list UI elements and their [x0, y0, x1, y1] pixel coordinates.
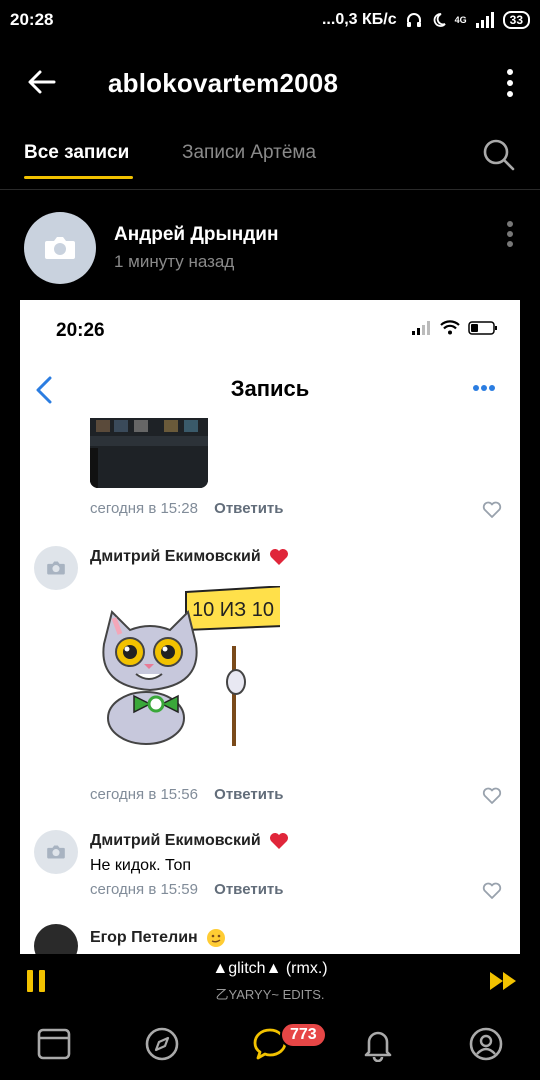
reply-button: Ответить: [214, 881, 284, 898]
messages-badge: 773: [280, 1022, 327, 1048]
moon-icon: [433, 13, 446, 27]
status-time: 20:28: [10, 10, 54, 29]
wifi-icon: [440, 320, 460, 335]
heart-icon: [269, 833, 288, 849]
network-speed: ...0,3 КБ/с: [321, 11, 397, 28]
embedded-time: 20:26: [56, 320, 105, 341]
track-title: ▲glitch▲ (rmx.): [212, 960, 328, 977]
battery-icon: [468, 320, 497, 335]
embedded-status-bar: 20:26: [20, 300, 520, 356]
bottom-tab-bar: [0, 1010, 540, 1080]
status-icons: ...0,3 КБ/с 4G 33: [322, 11, 530, 29]
commenter-name: Егор Петелин: [90, 928, 226, 948]
commenter-name: Дмитрий Екимовский: [90, 832, 289, 850]
post-time: 1 минуту назад: [114, 252, 235, 271]
comment-meta: сегодня в 15:56 Ответить: [90, 786, 284, 803]
commenter-avatar: [34, 830, 78, 874]
signal-icon: [475, 12, 494, 28]
post-image[interactable]: 20:26 Запись сегодня в 15:28 Ответить Дм…: [20, 300, 520, 954]
commenter-name-text: Дмитрий Екимовский: [90, 548, 261, 565]
comment-time: сегодня в 15:59: [90, 881, 198, 898]
embedded-nav-bar: Запись: [20, 364, 520, 416]
camera-icon: [47, 845, 65, 859]
wall-tabs: Все записи Записи Артёма: [0, 136, 540, 190]
more-vertical-icon[interactable]: [506, 68, 514, 98]
comment-time: сегодня в 15:28: [90, 500, 198, 517]
news-feed-icon[interactable]: [36, 1026, 72, 1062]
page-title: ablokovartem2008: [108, 68, 339, 98]
notifications-bell-icon[interactable]: [360, 1026, 396, 1062]
comment-text: Не кидок. Топ: [90, 857, 192, 874]
signal-type: 4G: [454, 15, 467, 25]
reply-button: Ответить: [214, 500, 284, 517]
status-bar: 20:28 ...0,3 КБ/с 4G 33: [0, 0, 540, 40]
commenter-name-text: Егор Петелин: [90, 929, 198, 946]
cat-sticker: 10 ИЗ 10: [102, 586, 280, 746]
embedded-status-icons: [412, 320, 498, 335]
comment-attachment-image: [90, 418, 208, 488]
tab-all-posts[interactable]: Все записи: [24, 142, 134, 179]
post-author-name[interactable]: Андрей Дрындин: [114, 224, 278, 246]
search-icon[interactable]: [482, 138, 516, 172]
compass-icon[interactable]: [144, 1026, 180, 1062]
headphones-icon: [406, 13, 421, 27]
post-header: Андрей Дрындин 1 минуту назад: [0, 208, 540, 288]
back-arrow-icon[interactable]: [26, 66, 58, 98]
camera-icon: [45, 237, 75, 259]
battery-icon: 33: [502, 11, 530, 29]
signal-icon: [412, 320, 430, 335]
comment-meta: сегодня в 15:28 Ответить: [90, 500, 284, 517]
like-heart-outline-icon: [482, 501, 502, 518]
avatar[interactable]: [24, 212, 96, 284]
like-heart-outline-icon: [482, 882, 502, 899]
profile-icon[interactable]: [468, 1026, 504, 1062]
post-more-icon[interactable]: [506, 220, 514, 248]
embedded-page-title: Запись: [230, 376, 310, 401]
comment-time: сегодня в 15:56: [90, 786, 198, 803]
sticker-sign-text: 10 ИЗ 10: [192, 599, 274, 621]
tab-owner-posts[interactable]: Записи Артёма: [182, 142, 316, 164]
app-header: ablokovartem2008: [0, 52, 540, 116]
commenter-name: Дмитрий Екимовский: [90, 548, 289, 566]
commenter-avatar: [34, 924, 78, 954]
comment-meta: сегодня в 15:59 Ответить: [90, 881, 284, 898]
track-artist: 乙YARYY~ EDITS.: [215, 987, 325, 1002]
more-horizontal-icon: [473, 385, 495, 391]
game-screenshot-thumbnail: [90, 418, 208, 488]
smile-emoji-icon: [206, 929, 225, 947]
like-heart-outline-icon: [482, 787, 502, 804]
camera-icon: [47, 561, 65, 575]
reply-button: Ответить: [214, 786, 284, 803]
next-track-icon[interactable]: [490, 972, 516, 990]
commenter-name-text: Дмитрий Екимовский: [90, 832, 261, 849]
mini-player[interactable]: ▲glitch▲ (rmx.) 乙YARYY~ EDITS.: [0, 954, 540, 1010]
commenter-avatar: [34, 546, 78, 590]
heart-icon: [269, 549, 288, 565]
